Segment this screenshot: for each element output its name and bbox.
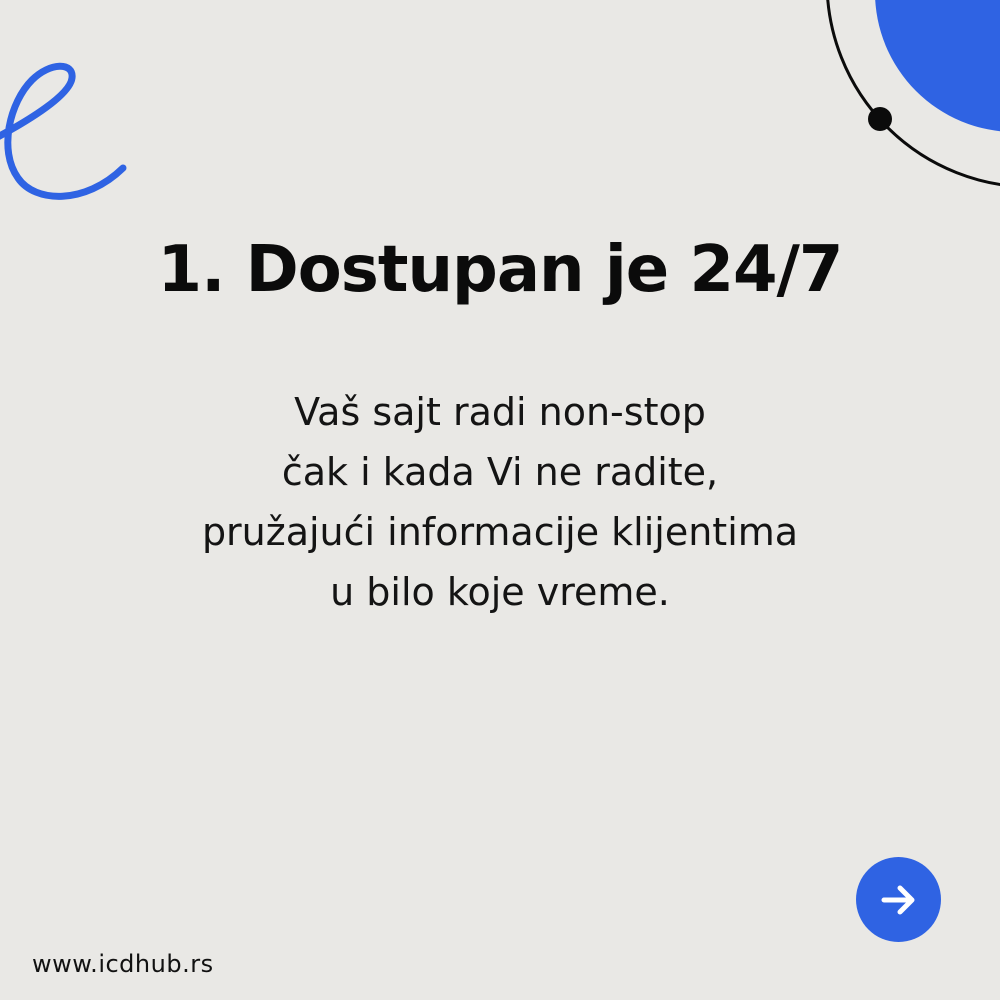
body-line: čak i kada Vi ne radite,	[281, 450, 719, 494]
script-letter-decoration	[0, 62, 127, 200]
slide-body: Vaš sajt radi non-stop čak i kada Vi ne …	[0, 382, 1000, 622]
blue-circle-decoration	[875, 0, 1000, 132]
slide-title: 1. Dostupan je 24/7	[157, 233, 844, 307]
next-button[interactable]	[856, 857, 941, 942]
orbit-dot-decoration	[868, 107, 892, 131]
arrow-right-icon	[881, 885, 914, 914]
footer-url: www.icdhub.rs	[32, 950, 214, 978]
body-line: u bilo koje vreme.	[330, 570, 670, 614]
body-line: Vaš sajt radi non-stop	[294, 390, 706, 434]
body-line: pružajući informacije klijentima	[201, 510, 799, 554]
